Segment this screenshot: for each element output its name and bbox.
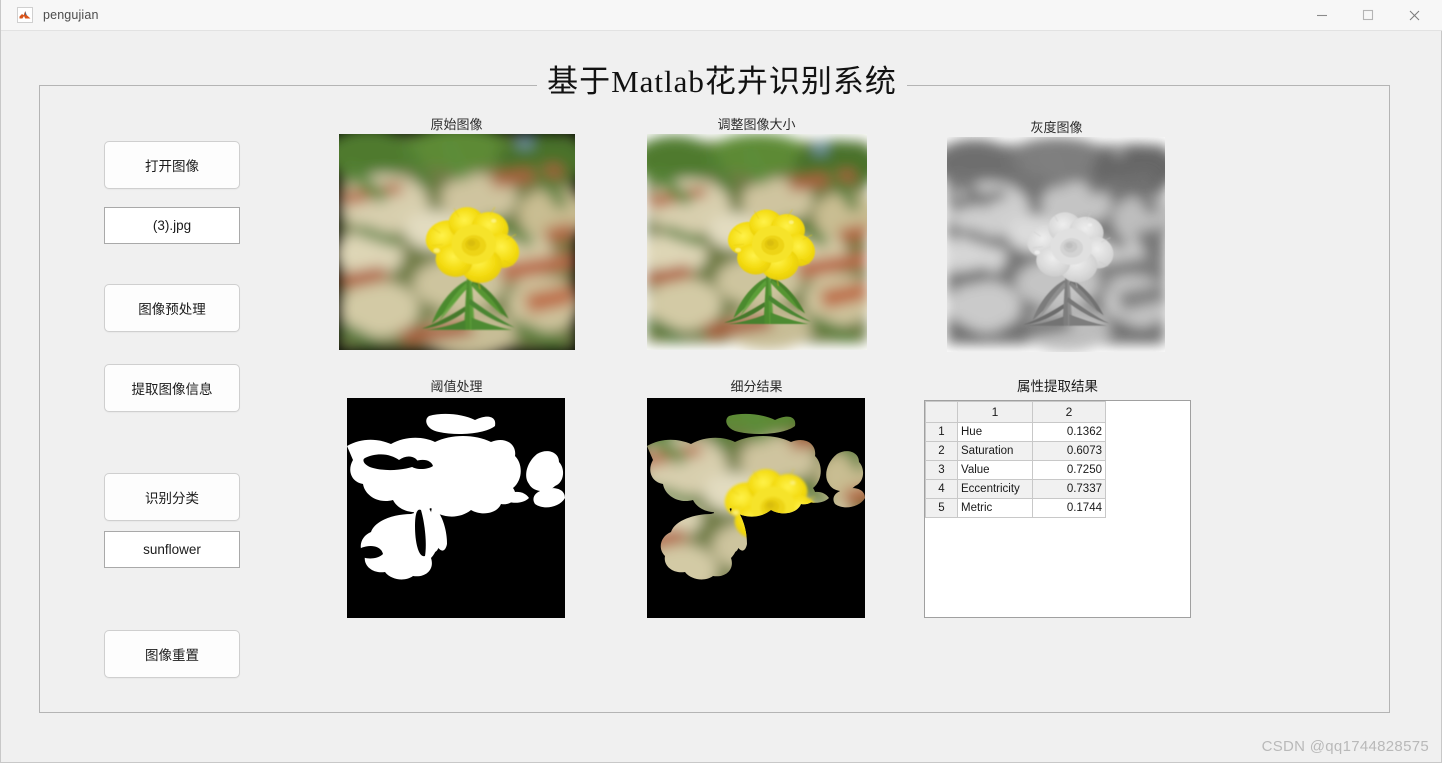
axes-label-original: 原始图像 <box>430 117 483 132</box>
window-controls <box>1299 0 1437 30</box>
table-title: 属性提取结果 <box>1017 379 1098 394</box>
axes-image-original <box>339 134 575 350</box>
classify-button[interactable]: 识别分类 <box>104 473 240 521</box>
cell-value[interactable]: 0.1744 <box>1032 498 1106 518</box>
table-header-col-2[interactable]: 2 <box>1032 401 1106 423</box>
cell-name[interactable]: Value <box>957 460 1033 480</box>
cell-value[interactable]: 0.6073 <box>1032 441 1106 461</box>
cell-value[interactable]: 0.7337 <box>1032 479 1106 499</box>
row-index: 4 <box>925 479 958 499</box>
window-title: pengujian <box>43 8 99 22</box>
open-image-button[interactable]: 打开图像 <box>104 141 240 189</box>
cell-name[interactable]: Eccentricity <box>957 479 1033 499</box>
table-row[interactable]: 5 Metric 0.1744 <box>925 498 1106 518</box>
attribute-table-grid: 1 2 1 Hue 0.1362 2 Saturation 0.6073 3 V… <box>925 401 1106 518</box>
minimize-button[interactable] <box>1299 0 1345 30</box>
maximize-button[interactable] <box>1345 0 1391 30</box>
cell-value[interactable]: 0.7250 <box>1032 460 1106 480</box>
table-header-row: 1 2 <box>925 401 1106 423</box>
row-index: 5 <box>925 498 958 518</box>
extract-info-button[interactable]: 提取图像信息 <box>104 364 240 412</box>
axes-label-segmented: 细分结果 <box>730 379 783 394</box>
table-row[interactable]: 2 Saturation 0.6073 <box>925 441 1106 461</box>
table-header-col-1[interactable]: 1 <box>957 401 1033 423</box>
cell-name[interactable]: Saturation <box>957 441 1033 461</box>
filename-field[interactable]: (3).jpg <box>104 207 240 244</box>
row-index: 1 <box>925 422 958 442</box>
close-button[interactable] <box>1391 0 1437 30</box>
reset-image-button[interactable]: 图像重置 <box>104 630 240 678</box>
watermark: CSDN @qq1744828575 <box>1261 738 1429 755</box>
cell-value[interactable]: 0.1362 <box>1032 422 1106 442</box>
table-header-corner[interactable] <box>925 401 958 423</box>
row-index: 2 <box>925 441 958 461</box>
application-window: pengujian 基于Matlab花卉识别系统 打开图像 (3).jpg 图像… <box>0 0 1442 763</box>
table-row[interactable]: 3 Value 0.7250 <box>925 460 1106 480</box>
table-row[interactable]: 1 Hue 0.1362 <box>925 422 1106 442</box>
axes-label-threshold: 阈值处理 <box>430 379 483 394</box>
row-index: 3 <box>925 460 958 480</box>
axes-label-resized: 调整图像大小 <box>717 117 796 132</box>
classify-result-field[interactable]: sunflower <box>104 531 240 568</box>
axes-image-grayscale <box>947 137 1165 352</box>
title-bar: pengujian <box>1 0 1442 31</box>
preprocess-button[interactable]: 图像预处理 <box>104 284 240 332</box>
cell-name[interactable]: Metric <box>957 498 1033 518</box>
attribute-table[interactable]: 1 2 1 Hue 0.1362 2 Saturation 0.6073 3 V… <box>924 400 1191 618</box>
axes-image-segmented <box>647 398 865 618</box>
cell-name[interactable]: Hue <box>957 422 1033 442</box>
axes-image-threshold <box>347 398 565 618</box>
axes-image-resized <box>647 134 867 350</box>
matlab-icon <box>17 7 33 23</box>
axes-label-grayscale: 灰度图像 <box>1030 120 1083 135</box>
table-row[interactable]: 4 Eccentricity 0.7337 <box>925 479 1106 499</box>
